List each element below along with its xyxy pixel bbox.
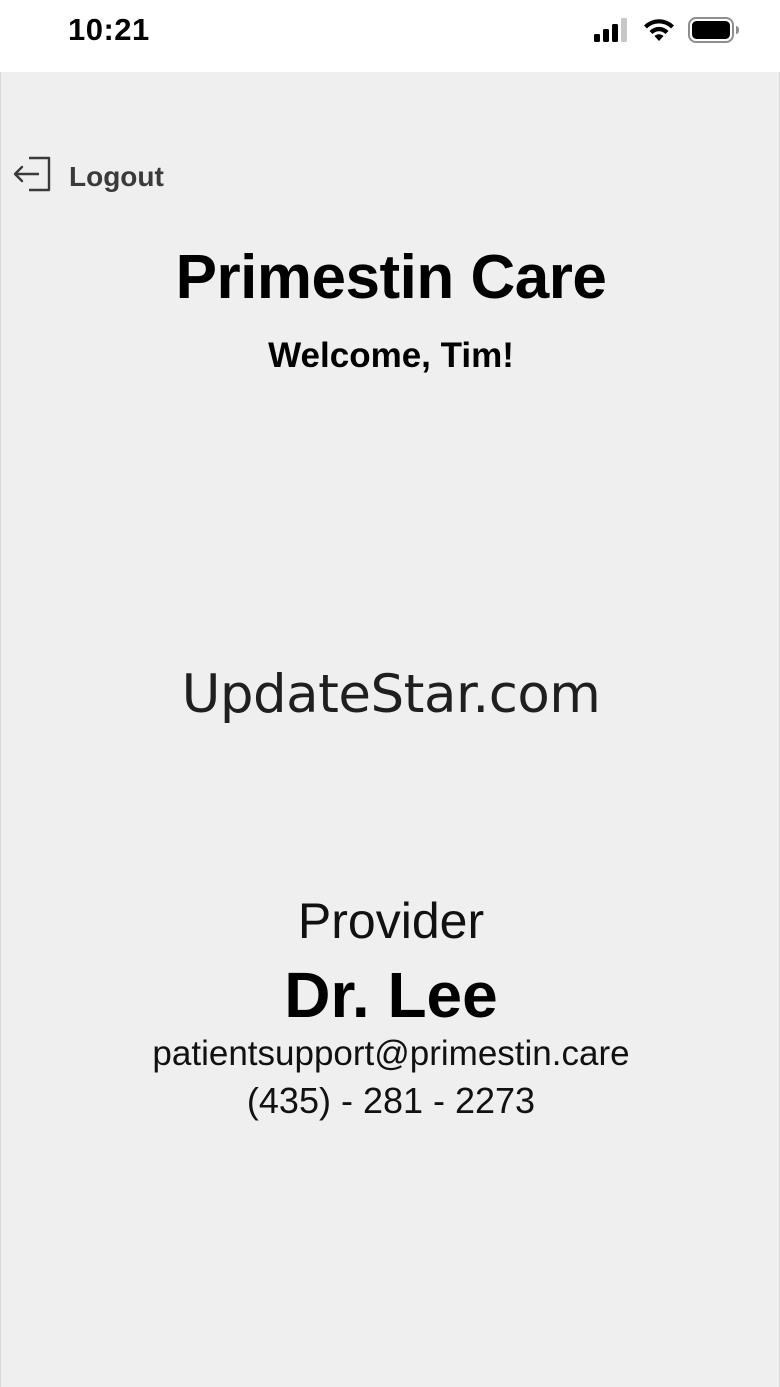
provider-name: Dr. Lee	[284, 959, 498, 1031]
welcome-message: Welcome, Tim!	[268, 336, 514, 375]
provider-label: Provider	[297, 893, 485, 949]
status-time: 10:21	[68, 12, 150, 47]
app-screen: Logout Primestin Care Welcome, Tim! Upda…	[0, 72, 780, 1387]
signal-icon	[594, 17, 630, 47]
status-icons	[594, 16, 740, 48]
wifi-icon	[642, 17, 676, 48]
logout-button[interactable]: Logout	[13, 154, 164, 199]
battery-icon	[688, 16, 740, 48]
status-bar: 10:21	[0, 0, 780, 72]
watermark-text: UpdateStar.com	[181, 664, 601, 725]
provider-email[interactable]: patientsupport@primestin.care	[1, 1034, 780, 1074]
logout-icon	[13, 154, 53, 199]
logout-label: Logout	[69, 160, 164, 192]
provider-phone[interactable]: (435) - 281 - 2273	[1, 1080, 780, 1122]
page-title: Primestin Care	[175, 243, 607, 312]
